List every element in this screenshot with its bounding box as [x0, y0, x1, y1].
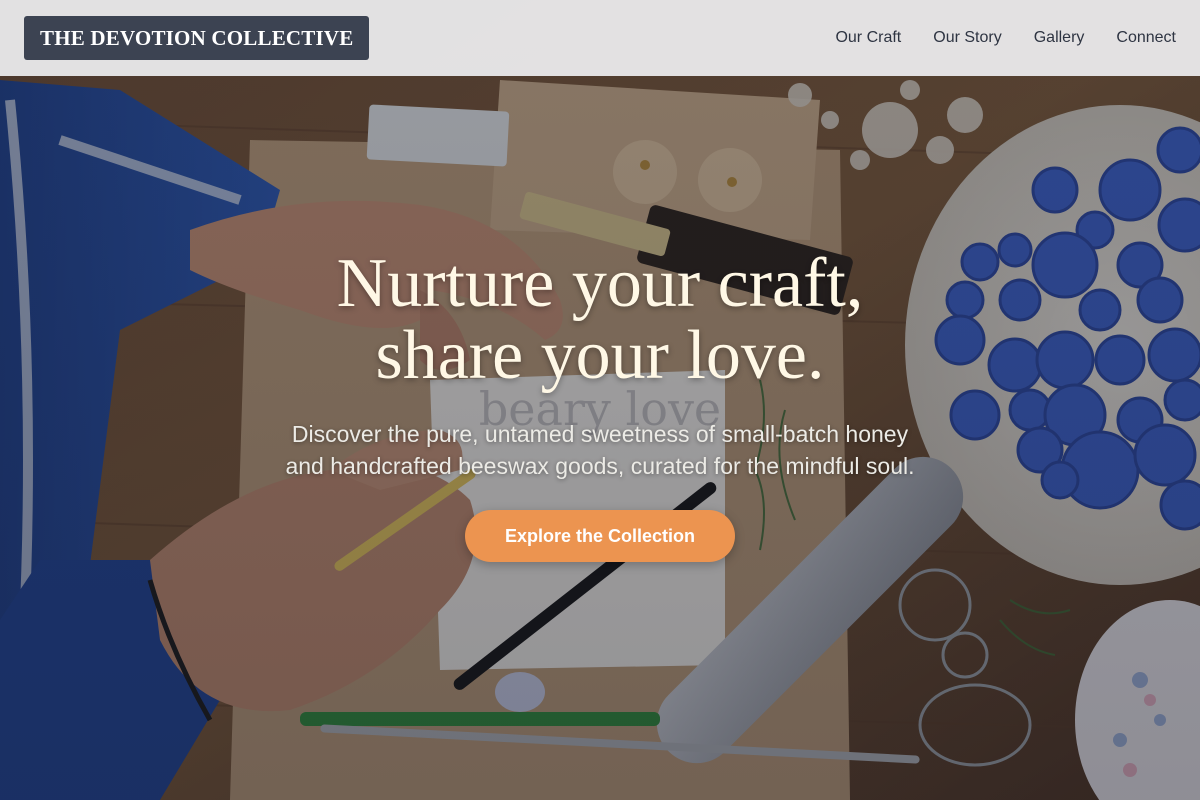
hero-subtitle: Discover the pure, untamed sweetness of …	[200, 418, 1000, 482]
hero-title: Nurture your craft, share your love.	[100, 248, 1100, 392]
nav-link-gallery[interactable]: Gallery	[1034, 29, 1085, 47]
landing-page: beary love THE DEVOTION COLLECTIVE Our C…	[0, 0, 1200, 800]
hero-subtitle-line-2: and handcrafted beeswax goods, curated f…	[285, 453, 915, 479]
explore-collection-button[interactable]: Explore the Collection	[465, 510, 735, 562]
hero-subtitle-line-1: Discover the pure, untamed sweetness of …	[291, 421, 909, 447]
nav-link-our-story[interactable]: Our Story	[933, 29, 1001, 47]
brand-logo[interactable]: THE DEVOTION COLLECTIVE	[24, 16, 370, 60]
hero-section: Nurture your craft, share your love. Dis…	[0, 76, 1200, 800]
hero-title-line-2: share your love.	[375, 317, 825, 394]
hero-title-line-1: Nurture your craft,	[336, 245, 864, 322]
site-header: THE DEVOTION COLLECTIVE Our Craft Our St…	[0, 0, 1200, 76]
main-nav: Our Craft Our Story Gallery Connect	[835, 0, 1176, 76]
nav-link-our-craft[interactable]: Our Craft	[835, 29, 901, 47]
nav-link-connect[interactable]: Connect	[1116, 29, 1176, 47]
